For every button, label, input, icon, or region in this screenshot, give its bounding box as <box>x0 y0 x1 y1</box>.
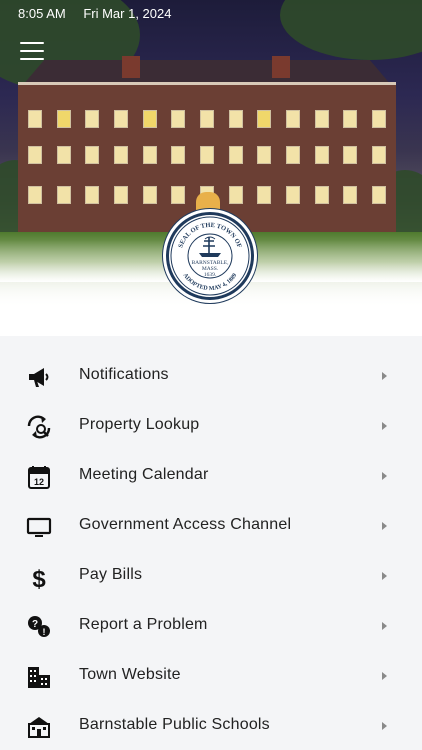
status-bar: 8:05 AM Fri Mar 1, 2024 <box>0 0 422 26</box>
status-date: Fri Mar 1, 2024 <box>83 6 172 21</box>
menu-item-label: Government Access Channel <box>79 516 292 533</box>
menu-item-barnstable-public-schools[interactable]: Barnstable Public Schools <box>0 701 422 750</box>
svg-text:1639.: 1639. <box>204 272 217 278</box>
tv-monitor-icon <box>26 517 52 537</box>
menu-item-label: Meeting Calendar <box>79 466 209 483</box>
menu-item-label: Property Lookup <box>79 416 200 433</box>
school-icon <box>28 717 50 738</box>
svg-text:?: ? <box>32 619 38 630</box>
town-building-icon <box>28 667 50 688</box>
chevron-right-icon <box>382 722 387 730</box>
svg-text:12: 12 <box>34 477 44 487</box>
svg-text:!: ! <box>43 627 46 637</box>
chevron-right-icon <box>382 422 387 430</box>
chevron-right-icon <box>382 672 387 680</box>
megaphone-icon <box>29 368 49 387</box>
chevron-right-icon <box>382 472 387 480</box>
report-problem-icon: ? ! <box>28 616 50 637</box>
main-menu-list: Notifications Property Lookup 12 Meeting… <box>0 336 422 750</box>
menu-item-pay-bills[interactable]: $ Pay Bills <box>0 551 422 601</box>
menu-item-label: Pay Bills <box>79 566 143 583</box>
menu-item-notifications[interactable]: Notifications <box>0 351 422 401</box>
menu-item-label: Town Website <box>79 666 181 683</box>
calendar-icon: 12 <box>28 466 50 489</box>
menu-item-label: Report a Problem <box>79 616 208 633</box>
town-seal-logo: SEAL OF THE TOWN OF ADOPTED MAY 4, 1889 … <box>166 212 254 300</box>
menu-item-government-access-channel[interactable]: Government Access Channel <box>0 501 422 551</box>
chevron-right-icon <box>382 522 387 530</box>
menu-item-town-website[interactable]: Town Website <box>0 651 422 701</box>
property-lookup-icon <box>27 415 51 439</box>
menu-item-report-a-problem[interactable]: ? ! Report a Problem <box>0 601 422 651</box>
menu-item-label: Notifications <box>79 366 169 383</box>
dollar-icon: $ <box>32 566 46 590</box>
menu-item-property-lookup[interactable]: Property Lookup <box>0 401 422 451</box>
svg-text:$: $ <box>32 566 46 590</box>
chevron-right-icon <box>382 572 387 580</box>
status-time: 8:05 AM <box>18 6 66 21</box>
svg-text:SEAL OF THE TOWN OF: SEAL OF THE TOWN OF <box>177 222 242 249</box>
hamburger-menu-icon[interactable] <box>20 42 44 60</box>
chevron-right-icon <box>382 622 387 630</box>
menu-item-meeting-calendar[interactable]: 12 Meeting Calendar <box>0 451 422 501</box>
chevron-right-icon <box>382 372 387 380</box>
menu-item-label: Barnstable Public Schools <box>79 716 270 733</box>
